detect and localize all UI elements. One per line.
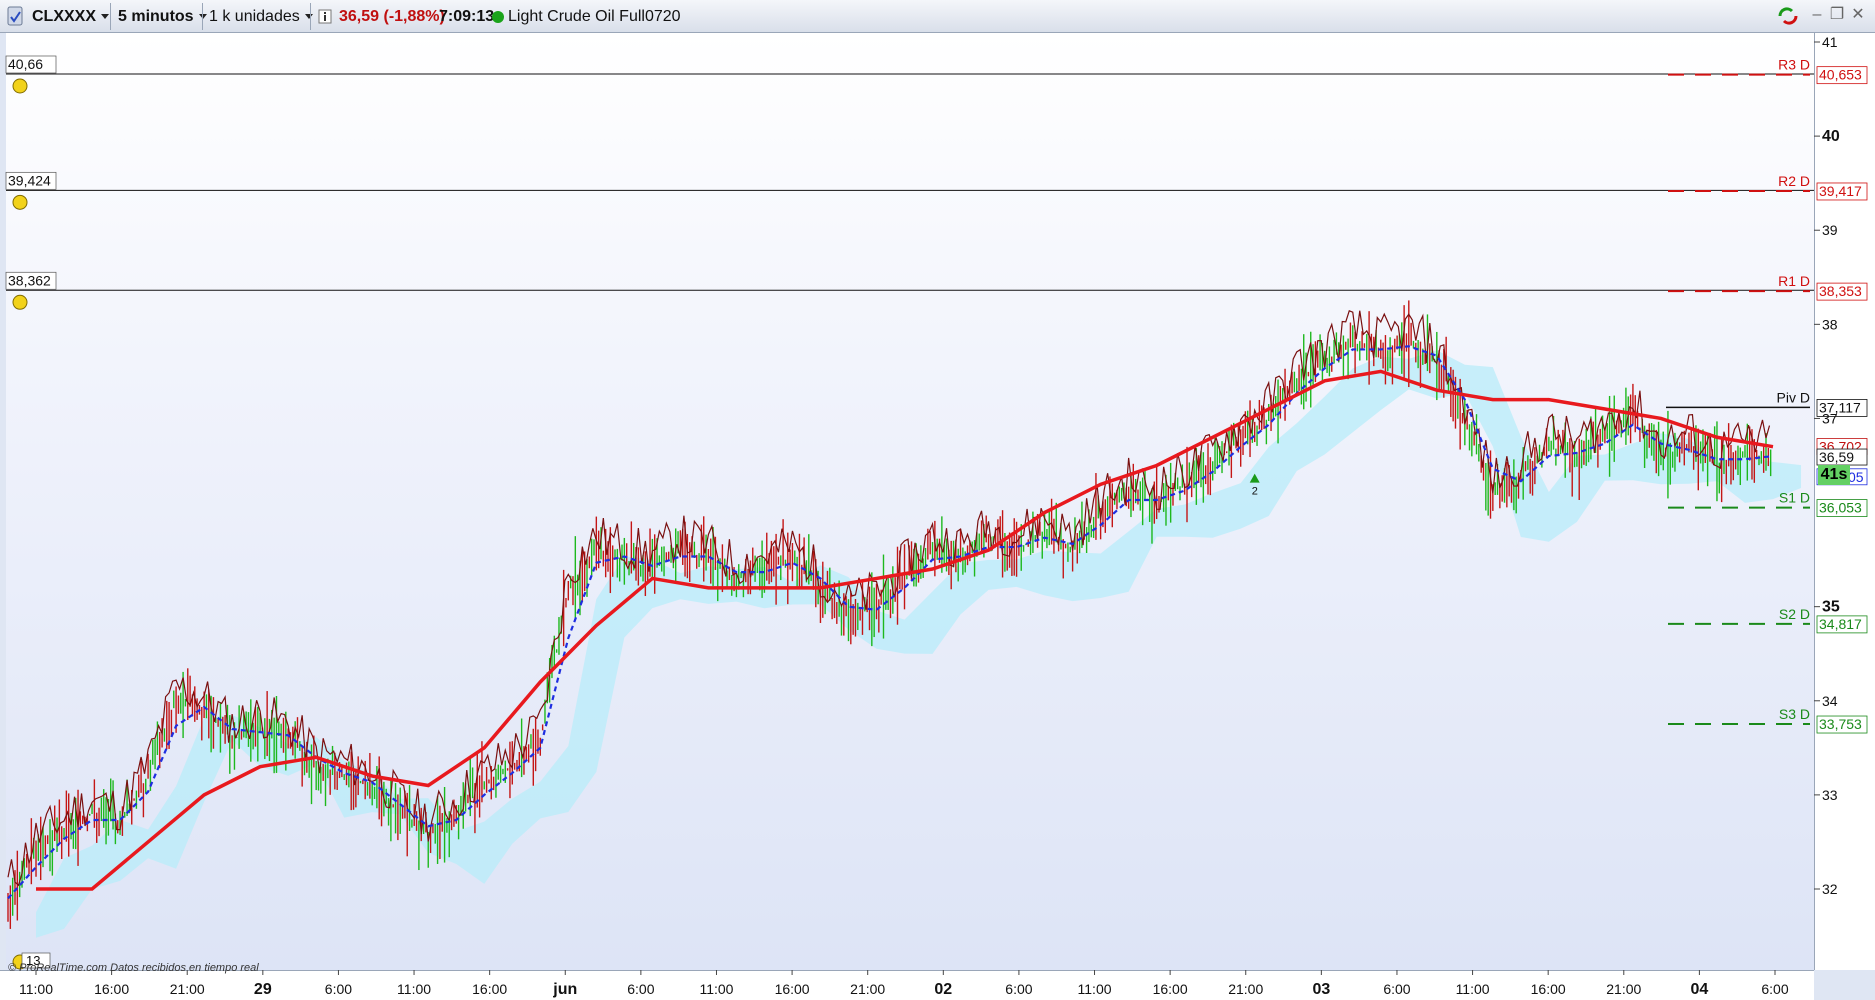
price-tag: 36,59: [1819, 449, 1854, 465]
x-tick-label: 21:00: [170, 981, 205, 997]
x-tick-label: 11:00: [1078, 981, 1112, 997]
x-tick-label: 16:00: [472, 981, 507, 997]
x-tick-label: 16:00: [775, 981, 810, 997]
pivot-value: 36,053: [1819, 500, 1862, 516]
x-tick-label: 6:00: [1383, 981, 1410, 997]
y-tick-label: 33: [1822, 787, 1838, 803]
price-chart: 40,66 39,424 38,362 R3 D 40,653 R2 D 39,417 R1 …: [5, 34, 1868, 998]
y-tick-label: 37: [1822, 410, 1838, 426]
bell-icon: [12, 294, 28, 310]
x-tick-label: 03: [1312, 981, 1330, 998]
pivot-name: R1 D: [1778, 273, 1810, 289]
x-tick-label: 6:00: [1005, 981, 1032, 997]
x-tick-label: 29: [254, 981, 272, 998]
alert-label: 40,66: [8, 56, 43, 72]
y-tick-label: 40: [1822, 128, 1840, 145]
pivot-value: 38,353: [1819, 283, 1862, 299]
x-tick-label: 11:00: [1456, 981, 1490, 997]
pivot-name: R2 D: [1778, 173, 1810, 189]
pivot-name: S3 D: [1779, 706, 1810, 722]
alert-label: 38,362: [8, 272, 51, 288]
x-tick-label: 6:00: [325, 981, 352, 997]
y-tick-label: 38: [1822, 316, 1838, 332]
y-tick-label: 34: [1822, 693, 1838, 709]
bar-countdown-badge: 41s: [1818, 465, 1850, 485]
bell-icon: [12, 194, 28, 210]
pivot-name: S1 D: [1779, 490, 1810, 506]
pivot-name: R3 D: [1778, 57, 1810, 73]
x-tick-label: 02: [934, 981, 952, 998]
x-tick-label: 04: [1690, 981, 1708, 998]
x-tick-label: 11:00: [397, 981, 431, 997]
bell-icon: [12, 78, 28, 94]
x-tick-label: 21:00: [1606, 981, 1641, 997]
pivot-value: 33,753: [1819, 716, 1862, 732]
x-tick-label: 21:00: [1228, 981, 1263, 997]
x-tick-label: 11:00: [699, 981, 733, 997]
x-tick-label: 16:00: [1153, 981, 1188, 997]
watermark: © ProRealTime.com Datos recibidos en tie…: [8, 962, 259, 974]
pivot-value: 34,817: [1819, 616, 1862, 632]
pivot-value: 40,653: [1819, 67, 1862, 83]
watermark-brand: © ProRealTime.com: [8, 962, 108, 974]
y-tick-label: 32: [1822, 881, 1838, 897]
signal-marker-label: 2: [1252, 486, 1258, 498]
alert-label: 39,424: [8, 172, 51, 188]
x-tick-label: 21:00: [850, 981, 885, 997]
y-tick-label: 35: [1822, 599, 1840, 616]
x-tick-label: 6:00: [627, 981, 654, 997]
y-tick-label: 41: [1822, 34, 1838, 50]
pivot-value: 39,417: [1819, 183, 1862, 199]
x-tick-label: 16:00: [1531, 981, 1566, 997]
y-tick-label: 39: [1822, 222, 1838, 238]
x-tick-label: 6:00: [1761, 981, 1788, 997]
pivot-name: S2 D: [1779, 606, 1810, 622]
x-tick-label: 16:00: [94, 981, 129, 997]
price-tag: 05: [1848, 469, 1864, 485]
pivot-name: Piv D: [1777, 389, 1810, 405]
x-tick-label: jun: [552, 981, 577, 998]
x-tick-label: 11:00: [19, 981, 53, 997]
cloud-band: [36, 350, 1802, 938]
watermark-status: Datos recibidos en tiempo real: [110, 962, 259, 974]
